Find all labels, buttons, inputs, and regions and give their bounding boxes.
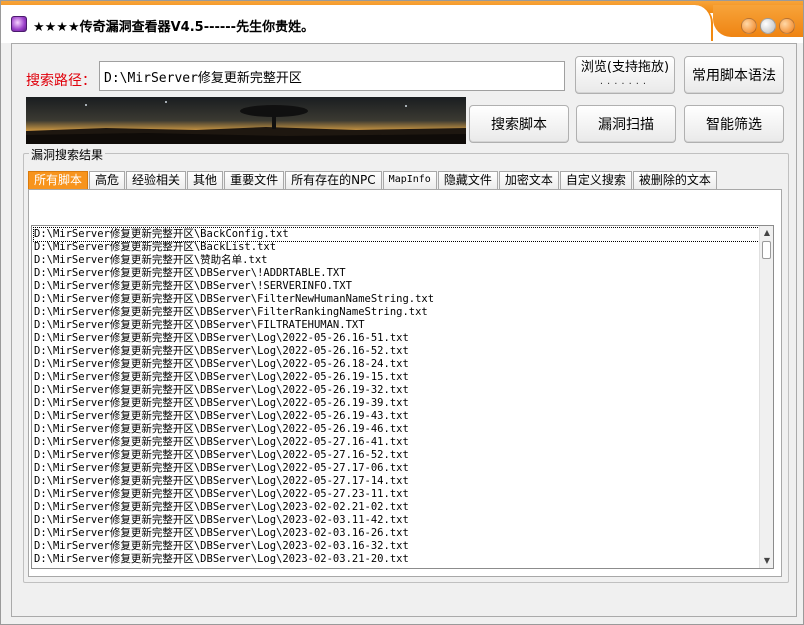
window-title: ★★★★传奇漏洞查看器V4.5------先生你贵姓。 [33,20,315,35]
results-list-scrollbar[interactable]: ▲ ▼ [759,226,773,568]
browse-button-label: 浏览(支持拖放) [580,60,670,75]
tab-custom-search[interactable]: 自定义搜索 [559,171,632,189]
smart-filter-button[interactable]: 智能筛选 [684,105,784,143]
results-list-items: D:\MirServer修复更新完整开区\BackConfig.txt D:\Mi… [33,227,760,566]
banner-landscape-icon [26,97,466,144]
scroll-thumb[interactable] [762,241,771,259]
script-syntax-button[interactable]: 常用脚本语法 [684,56,784,94]
list-item[interactable]: D:\MirServer修复更新完整开区\DBServer\Log\2022-0… [34,410,759,423]
scroll-down-icon[interactable]: ▼ [760,554,773,568]
list-item[interactable]: D:\MirServer修复更新完整开区\DBServer\Log\2022-0… [34,436,759,449]
list-item[interactable]: D:\MirServer修复更新完整开区\DBServer\Log\2022-0… [34,384,759,397]
tab-mapinfo[interactable]: MapInfo [382,171,437,189]
list-item[interactable]: D:\MirServer修复更新完整开区\DBServer\Log\2023-0… [34,501,759,514]
list-item[interactable]: D:\MirServer修复更新完整开区\DBServer\Log\2022-0… [34,371,759,384]
close-icon[interactable] [779,18,795,34]
tab-high-risk[interactable]: 高危 [89,171,126,189]
list-item[interactable]: D:\MirServer修复更新完整开区\DBServer\FILTRATEHU… [34,319,759,332]
results-tabs: 所有脚本 高危 经验相关 其他 重要文件 所有存在的NPC MapInfo 隐藏… [28,171,718,189]
tab-deleted-text[interactable]: 被删除的文本 [632,171,717,189]
app-icon [11,16,27,32]
list-item[interactable]: D:\MirServer修复更新完整开区\DBServer\Log\2022-0… [34,488,759,501]
tab-experience[interactable]: 经验相关 [126,171,187,189]
list-item[interactable]: D:\MirServer修复更新完整开区\BackList.txt [34,241,759,254]
list-item[interactable]: D:\MirServer修复更新完整开区\BackConfig.txt [33,227,760,242]
title-bar[interactable]: ★★★★传奇漏洞查看器V4.5------先生你贵姓。 [1,1,803,43]
list-item[interactable]: D:\MirServer修复更新完整开区\DBServer\Log\2022-0… [34,332,759,345]
maximize-icon[interactable] [760,18,776,34]
tab-other[interactable]: 其他 [187,171,224,189]
list-item[interactable]: D:\MirServer修复更新完整开区\DBServer\Log\2023-0… [34,514,759,527]
list-item[interactable]: D:\MirServer修复更新完整开区\DBServer\Log\2022-0… [34,462,759,475]
tab-important-files[interactable]: 重要文件 [224,171,285,189]
banner-image [26,97,466,144]
tab-encrypted-text[interactable]: 加密文本 [498,171,559,189]
search-path-input[interactable] [99,61,565,91]
search-script-button[interactable]: 搜索脚本 [469,105,569,143]
list-item[interactable]: D:\MirServer修复更新完整开区\DBServer\Log\2022-0… [34,423,759,436]
scroll-up-icon[interactable]: ▲ [760,226,773,240]
list-item[interactable]: D:\MirServer修复更新完整开区\赞助名单.txt [34,254,759,267]
list-item[interactable]: D:\MirServer修复更新完整开区\DBServer\!SERVERINF… [34,280,759,293]
list-item[interactable]: D:\MirServer修复更新完整开区\DBServer\Log\2023-0… [34,553,759,566]
list-item[interactable]: D:\MirServer修复更新完整开区\DBServer\!ADDRTABLE… [34,267,759,280]
app-window: ★★★★传奇漏洞查看器V4.5------先生你贵姓。 搜索路径： 浏览(支持拖… [0,0,804,625]
search-path-label: 搜索路径： [26,73,96,89]
tab-all-scripts[interactable]: 所有脚本 [28,171,89,189]
list-item[interactable]: D:\MirServer修复更新完整开区\DBServer\Log\2022-0… [34,449,759,462]
tab-all-npc[interactable]: 所有存在的NPC [285,171,382,189]
list-item[interactable]: D:\MirServer修复更新完整开区\DBServer\Log\2023-0… [34,527,759,540]
results-list[interactable]: D:\MirServer修复更新完整开区\BackConfig.txt D:\Mi… [31,225,774,569]
results-group-title: 漏洞搜索结果 [29,146,106,163]
tab-hidden-files[interactable]: 隐藏文件 [437,171,498,189]
list-item[interactable]: D:\MirServer修复更新完整开区\DBServer\Log\2022-0… [34,475,759,488]
browse-button-dots: ....... [599,76,651,87]
vulnerability-scan-button[interactable]: 漏洞扫描 [576,105,676,143]
list-item[interactable]: D:\MirServer修复更新完整开区\DBServer\Log\2023-0… [34,540,759,553]
list-item[interactable]: D:\MirServer修复更新完整开区\DBServer\FilterNewH… [34,293,759,306]
browse-button[interactable]: 浏览(支持拖放) ....... [575,56,675,94]
minimize-icon[interactable] [741,18,757,34]
list-item[interactable]: D:\MirServer修复更新完整开区\DBServer\Log\2022-0… [34,397,759,410]
list-item[interactable]: D:\MirServer修复更新完整开区\DBServer\FilterRank… [34,306,759,319]
list-item[interactable]: D:\MirServer修复更新完整开区\DBServer\Log\2022-0… [34,345,759,358]
list-item[interactable]: D:\MirServer修复更新完整开区\DBServer\Log\2022-0… [34,358,759,371]
